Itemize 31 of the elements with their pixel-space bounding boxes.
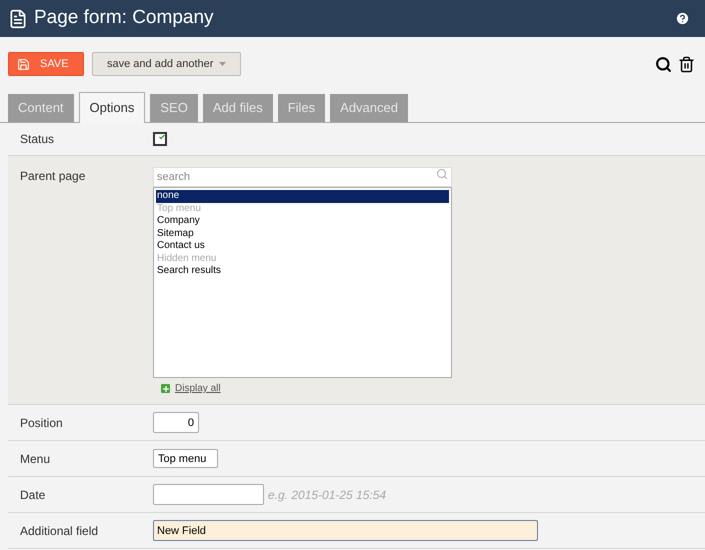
tab[interactable]: Options — [78, 92, 146, 123]
save-and-add-another-button[interactable]: save and add another — [92, 52, 242, 76]
document-icon — [8, 8, 28, 28]
check-icon — [159, 132, 165, 142]
list-option[interactable]: Contact us — [156, 240, 449, 252]
display-all-link[interactable]: Display all — [175, 381, 221, 396]
search-icon[interactable] — [655, 56, 672, 72]
list-option[interactable]: Sitemap — [156, 228, 449, 240]
field-label: Additional field — [19, 522, 100, 540]
field-label: Menu — [19, 450, 52, 468]
help-icon[interactable] — [675, 11, 690, 26]
field-label: Status — [19, 131, 56, 148]
additional-field[interactable]: New Field — [153, 520, 538, 541]
field-label: Parent page — [19, 168, 86, 185]
menu-field[interactable]: Top menu — [153, 449, 218, 468]
trash-icon[interactable] — [678, 56, 695, 72]
search-field[interactable]: search — [153, 167, 452, 187]
field-label: Position — [19, 414, 64, 432]
search-icon — [436, 168, 448, 180]
list-option[interactable]: Company — [156, 215, 449, 228]
page-title: Page form: Company — [34, 6, 214, 30]
list-option[interactable]: Search results — [156, 265, 449, 278]
list-option[interactable]: none — [156, 190, 449, 202]
date-field[interactable] — [153, 484, 264, 505]
floppy-icon — [17, 58, 30, 70]
field-label: Date — [19, 486, 46, 504]
caret-icon — [219, 62, 226, 66]
position-field[interactable]: 0 — [153, 412, 199, 433]
date-hint: e.g. 2015-01-25 15:54 — [268, 486, 386, 504]
plus-icon — [161, 384, 170, 393]
status-checkbox[interactable] — [153, 132, 167, 146]
